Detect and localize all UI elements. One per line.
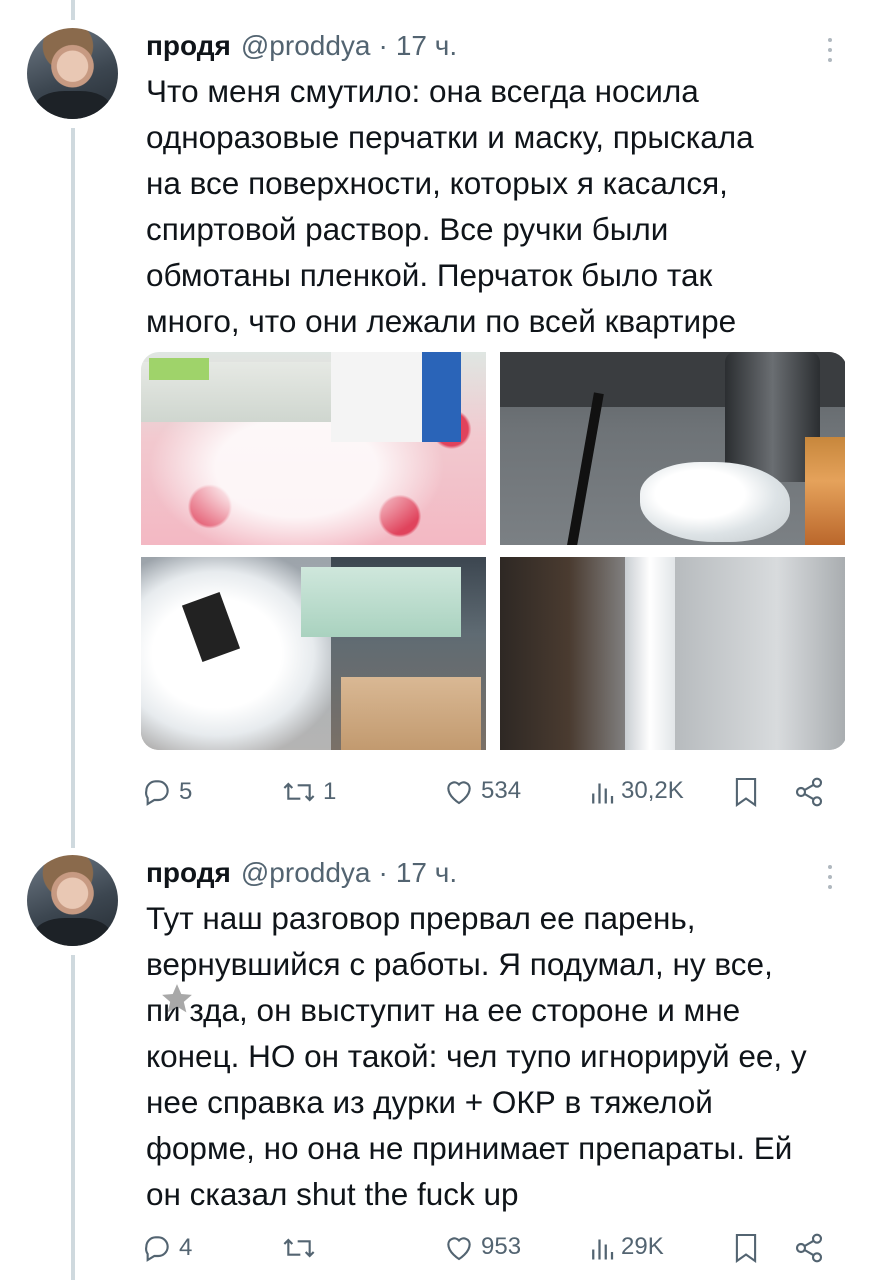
separator-dot: · <box>378 30 388 61</box>
reply-button[interactable]: 4 <box>141 1232 192 1264</box>
reply-button[interactable]: 5 <box>141 776 192 808</box>
separator-dot: · <box>378 857 388 888</box>
more-icon[interactable] <box>828 38 834 62</box>
tweet-header: продя @proddya · 17 ч. <box>146 857 457 889</box>
avatar[interactable] <box>27 855 118 946</box>
tweet-2[interactable]: продя @proddya · 17 ч. Тут наш разговор … <box>0 840 874 1280</box>
text-line: обмотаны пленкой. Перчаток было так <box>146 257 713 293</box>
text-line: Тут наш разговор прервал ее парень, <box>146 900 696 936</box>
reply-count: 5 <box>179 778 193 805</box>
reply-icon <box>145 780 169 806</box>
photo-wrapped-handle[interactable] <box>500 557 845 750</box>
views-icon <box>592 783 614 804</box>
share-icon <box>795 777 823 807</box>
author-name[interactable]: продя <box>146 30 231 62</box>
views-icon <box>592 1239 614 1260</box>
retweet-icon <box>283 782 315 802</box>
share-icon <box>795 1233 823 1263</box>
bookmark-icon <box>735 1233 757 1264</box>
action-bar: 4 953 29K <box>141 1232 841 1272</box>
censor-star-icon <box>162 984 192 1013</box>
media-grid[interactable] <box>141 352 847 750</box>
bookmark-button[interactable] <box>733 1232 759 1264</box>
text-line: Что меня смутило: она всегда носила <box>146 73 699 109</box>
text-line: конец. НО он такой: чел тупо игнорируй е… <box>146 1038 807 1074</box>
tweet-1[interactable]: продя @proddya · 17 ч. Что меня смутило:… <box>0 0 874 840</box>
bookmark-icon <box>735 777 757 808</box>
like-icon <box>447 1237 471 1261</box>
author-handle[interactable]: @proddya <box>241 30 371 62</box>
text-line: на все поверхности, которых я касался, <box>146 165 728 201</box>
like-button[interactable]: 953 <box>443 1232 521 1262</box>
retweet-icon <box>283 1238 315 1258</box>
reply-count: 4 <box>179 1234 193 1261</box>
timestamp[interactable]: 17 ч. <box>396 857 457 889</box>
reply-icon <box>145 1236 169 1262</box>
tweet-text: Что меня смутило: она всегда носила одно… <box>146 68 836 344</box>
retweet-button[interactable] <box>281 1232 323 1264</box>
like-button[interactable]: 534 <box>443 776 521 806</box>
views-count: 29K <box>621 1233 664 1260</box>
avatar[interactable] <box>27 28 118 119</box>
text-line: много, что они лежали по всей квартире <box>146 303 737 339</box>
text-line: одноразовые перчатки и маску, прыскала <box>146 119 754 155</box>
tweet-text: Тут наш разговор прервал ее парень, верн… <box>146 895 836 1217</box>
more-icon[interactable] <box>828 865 834 889</box>
photo-glove-on-counter[interactable] <box>500 352 845 545</box>
timestamp[interactable]: 17 ч. <box>396 30 457 62</box>
share-button[interactable] <box>793 776 825 808</box>
share-button[interactable] <box>793 1232 825 1264</box>
photo-gloves-in-bin[interactable] <box>141 557 486 750</box>
retweet-count: 1 <box>323 778 337 805</box>
tweet-header: продя @proddya · 17 ч. <box>146 30 457 62</box>
views-count: 30,2K <box>621 777 684 804</box>
text-line: пи зда, он выступит на ее стороне и мне <box>146 992 741 1028</box>
text-line: спиртовой раствор. Все ручки были <box>146 211 669 247</box>
bookmark-button[interactable] <box>733 776 759 808</box>
retweet-button[interactable]: 1 <box>281 776 336 808</box>
text-line: он сказал shut the fuck up <box>146 1176 519 1212</box>
views-button[interactable]: 29K <box>589 1232 664 1262</box>
text-line: форме, но она не принимает препараты. Ей <box>146 1130 793 1166</box>
like-count: 534 <box>481 777 522 804</box>
author-name[interactable]: продя <box>146 857 231 889</box>
action-bar: 5 1 534 30,2K <box>141 776 841 816</box>
like-icon <box>447 781 471 805</box>
views-button[interactable]: 30,2K <box>589 776 684 806</box>
like-count: 953 <box>481 1233 522 1260</box>
photo-gloves-on-table[interactable] <box>141 352 486 545</box>
author-handle[interactable]: @proddya <box>241 857 371 889</box>
text-line: нее справка из дурки + ОКР в тяжелой <box>146 1084 713 1120</box>
text-line: вернувшийся с работы. Я подумал, ну все, <box>146 946 773 982</box>
